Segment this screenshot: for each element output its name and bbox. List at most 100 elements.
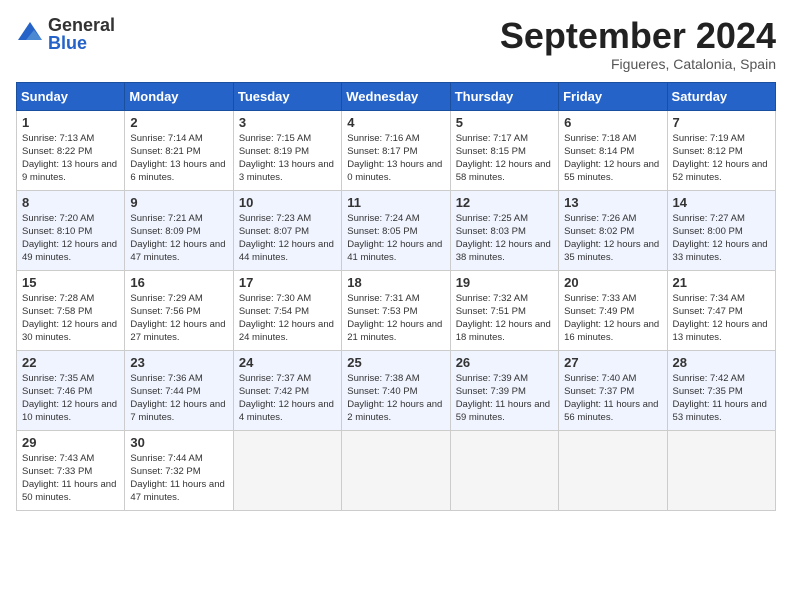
location-subtitle: Figueres, Catalonia, Spain xyxy=(500,56,776,72)
day-number: 1 xyxy=(22,115,119,130)
cell-content: Sunrise: 7:40 AMSunset: 7:37 PMDaylight:… xyxy=(564,373,658,424)
calendar-cell: 5 Sunrise: 7:17 AMSunset: 8:15 PMDaylight… xyxy=(450,110,558,190)
day-number: 9 xyxy=(130,195,227,210)
cell-content: Sunrise: 7:34 AMSunset: 7:47 PMDaylight:… xyxy=(673,293,768,344)
cell-content: Sunrise: 7:14 AMSunset: 8:21 PMDaylight:… xyxy=(130,133,225,184)
cell-content: Sunrise: 7:25 AMSunset: 8:03 PMDaylight:… xyxy=(456,213,551,264)
cell-content: Sunrise: 7:28 AMSunset: 7:58 PMDaylight:… xyxy=(22,293,117,344)
col-tuesday: Tuesday xyxy=(233,82,341,110)
day-number: 24 xyxy=(239,355,336,370)
calendar-cell: 19 Sunrise: 7:32 AMSunset: 7:51 PMDayligh… xyxy=(450,270,558,350)
day-number: 10 xyxy=(239,195,336,210)
day-number: 6 xyxy=(564,115,661,130)
calendar-cell: 30 Sunrise: 7:44 AMSunset: 7:32 PMDayligh… xyxy=(125,430,233,510)
day-number: 11 xyxy=(347,195,444,210)
calendar-cell: 14Sunrise: 7:27 AMSunset: 8:00 PMDayligh… xyxy=(667,190,775,270)
day-number: 23 xyxy=(130,355,227,370)
calendar-cell: 1 Sunrise: 7:13 AMSunset: 8:22 PMDaylight… xyxy=(17,110,125,190)
day-number: 16 xyxy=(130,275,227,290)
cell-content: Sunrise: 7:42 AMSunset: 7:35 PMDaylight:… xyxy=(673,373,767,424)
col-friday: Friday xyxy=(559,82,667,110)
calendar-cell: 9 Sunrise: 7:21 AMSunset: 8:09 PMDaylight… xyxy=(125,190,233,270)
title-area: September 2024 Figueres, Catalonia, Spai… xyxy=(500,16,776,72)
day-number: 25 xyxy=(347,355,444,370)
day-number: 2 xyxy=(130,115,227,130)
cell-content: Sunrise: 7:15 AMSunset: 8:19 PMDaylight:… xyxy=(239,133,334,184)
header-row: Sunday Monday Tuesday Wednesday Thursday… xyxy=(17,82,776,110)
day-number: 3 xyxy=(239,115,336,130)
cell-content: Sunrise: 7:23 AMSunset: 8:07 PMDaylight:… xyxy=(239,213,334,264)
calendar-cell xyxy=(450,430,558,510)
calendar-cell: 7 Sunrise: 7:19 AMSunset: 8:12 PMDaylight… xyxy=(667,110,775,190)
calendar-cell: 8 Sunrise: 7:20 AMSunset: 8:10 PMDaylight… xyxy=(17,190,125,270)
calendar-cell: 25 Sunrise: 7:38 AMSunset: 7:40 PMDayligh… xyxy=(342,350,450,430)
col-thursday: Thursday xyxy=(450,82,558,110)
cell-content: Sunrise: 7:33 AMSunset: 7:49 PMDaylight:… xyxy=(564,293,659,344)
calendar-cell: 24Sunrise: 7:37 AMSunset: 7:42 PMDayligh… xyxy=(233,350,341,430)
calendar-cell xyxy=(559,430,667,510)
cell-content: Sunrise: 7:44 AMSunset: 7:32 PMDaylight:… xyxy=(130,453,224,504)
day-number: 27 xyxy=(564,355,661,370)
calendar-cell xyxy=(667,430,775,510)
cell-content: Sunrise: 7:13 AMSunset: 8:22 PMDaylight:… xyxy=(22,133,117,184)
cell-content: Sunrise: 7:19 AMSunset: 8:12 PMDaylight:… xyxy=(673,133,768,184)
day-number: 26 xyxy=(456,355,553,370)
calendar-cell: 26Sunrise: 7:39 AMSunset: 7:39 PMDayligh… xyxy=(450,350,558,430)
cell-content: Sunrise: 7:18 AMSunset: 8:14 PMDaylight:… xyxy=(564,133,659,184)
day-number: 14 xyxy=(673,195,770,210)
col-monday: Monday xyxy=(125,82,233,110)
cell-content: Sunrise: 7:38 AMSunset: 7:40 PMDaylight:… xyxy=(347,373,442,424)
cell-content: Sunrise: 7:21 AMSunset: 8:09 PMDaylight:… xyxy=(130,213,225,264)
calendar-table: Sunday Monday Tuesday Wednesday Thursday… xyxy=(16,82,776,511)
calendar-cell: 4Sunrise: 7:16 AMSunset: 8:17 PMDaylight… xyxy=(342,110,450,190)
cell-content: Sunrise: 7:32 AMSunset: 7:51 PMDaylight:… xyxy=(456,293,551,344)
logo-blue: Blue xyxy=(48,34,115,52)
calendar-cell: 15 Sunrise: 7:28 AMSunset: 7:58 PMDayligh… xyxy=(17,270,125,350)
logo: General Blue xyxy=(16,16,115,52)
day-number: 29 xyxy=(22,435,119,450)
col-saturday: Saturday xyxy=(667,82,775,110)
calendar-cell: 12Sunrise: 7:25 AMSunset: 8:03 PMDayligh… xyxy=(450,190,558,270)
day-number: 7 xyxy=(673,115,770,130)
calendar-cell: 6 Sunrise: 7:18 AMSunset: 8:14 PMDaylight… xyxy=(559,110,667,190)
day-number: 17 xyxy=(239,275,336,290)
cell-content: Sunrise: 7:24 AMSunset: 8:05 PMDaylight:… xyxy=(347,213,442,264)
header: General Blue September 2024 Figueres, Ca… xyxy=(16,16,776,72)
cell-content: Sunrise: 7:20 AMSunset: 8:10 PMDaylight:… xyxy=(22,213,117,264)
cell-content: Sunrise: 7:17 AMSunset: 8:15 PMDaylight:… xyxy=(456,133,551,184)
month-title: September 2024 xyxy=(500,16,776,56)
day-number: 8 xyxy=(22,195,119,210)
day-number: 18 xyxy=(347,275,444,290)
logo-general: General xyxy=(48,16,115,34)
calendar-cell: 11 Sunrise: 7:24 AMSunset: 8:05 PMDayligh… xyxy=(342,190,450,270)
calendar-cell: 2 Sunrise: 7:14 AMSunset: 8:21 PMDaylight… xyxy=(125,110,233,190)
calendar-cell: 28 Sunrise: 7:42 AMSunset: 7:35 PMDayligh… xyxy=(667,350,775,430)
calendar-week-1: 1 Sunrise: 7:13 AMSunset: 8:22 PMDaylight… xyxy=(17,110,776,190)
calendar-cell: 18 Sunrise: 7:31 AMSunset: 7:53 PMDayligh… xyxy=(342,270,450,350)
cell-content: Sunrise: 7:29 AMSunset: 7:56 PMDaylight:… xyxy=(130,293,225,344)
calendar-cell: 29Sunrise: 7:43 AMSunset: 7:33 PMDayligh… xyxy=(17,430,125,510)
day-number: 30 xyxy=(130,435,227,450)
calendar-cell: 22Sunrise: 7:35 AMSunset: 7:46 PMDayligh… xyxy=(17,350,125,430)
calendar-cell: 13Sunrise: 7:26 AMSunset: 8:02 PMDayligh… xyxy=(559,190,667,270)
col-wednesday: Wednesday xyxy=(342,82,450,110)
calendar-cell: 27 Sunrise: 7:40 AMSunset: 7:37 PMDayligh… xyxy=(559,350,667,430)
calendar-cell: 10 Sunrise: 7:23 AMSunset: 8:07 PMDayligh… xyxy=(233,190,341,270)
cell-content: Sunrise: 7:30 AMSunset: 7:54 PMDaylight:… xyxy=(239,293,334,344)
calendar-cell xyxy=(233,430,341,510)
day-number: 19 xyxy=(456,275,553,290)
day-number: 15 xyxy=(22,275,119,290)
cell-content: Sunrise: 7:16 AMSunset: 8:17 PMDaylight:… xyxy=(347,133,442,184)
calendar-cell: 20Sunrise: 7:33 AMSunset: 7:49 PMDayligh… xyxy=(559,270,667,350)
day-number: 21 xyxy=(673,275,770,290)
calendar-cell xyxy=(342,430,450,510)
day-number: 28 xyxy=(673,355,770,370)
day-number: 5 xyxy=(456,115,553,130)
cell-content: Sunrise: 7:26 AMSunset: 8:02 PMDaylight:… xyxy=(564,213,659,264)
calendar-cell: 21 Sunrise: 7:34 AMSunset: 7:47 PMDayligh… xyxy=(667,270,775,350)
cell-content: Sunrise: 7:31 AMSunset: 7:53 PMDaylight:… xyxy=(347,293,442,344)
calendar-cell: 16 Sunrise: 7:29 AMSunset: 7:56 PMDayligh… xyxy=(125,270,233,350)
cell-content: Sunrise: 7:35 AMSunset: 7:46 PMDaylight:… xyxy=(22,373,117,424)
calendar-week-2: 8 Sunrise: 7:20 AMSunset: 8:10 PMDaylight… xyxy=(17,190,776,270)
calendar-week-4: 22Sunrise: 7:35 AMSunset: 7:46 PMDayligh… xyxy=(17,350,776,430)
